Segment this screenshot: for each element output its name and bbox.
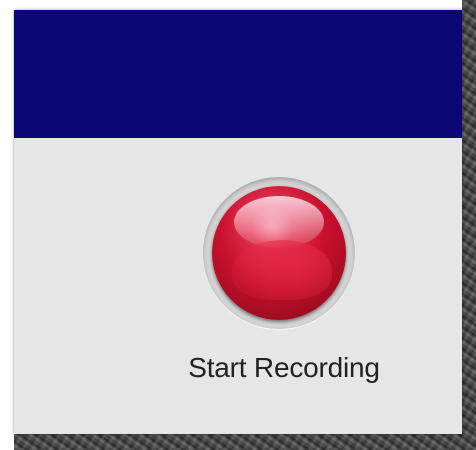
screenshot-border-top xyxy=(0,0,462,10)
header-bar xyxy=(14,10,462,138)
record-button-shading xyxy=(232,240,332,300)
screenshot-border-left xyxy=(0,0,14,450)
record-button[interactable] xyxy=(212,186,346,320)
recorder-window: Start Recording xyxy=(14,10,462,434)
start-recording-label[interactable]: Start Recording xyxy=(164,352,404,384)
